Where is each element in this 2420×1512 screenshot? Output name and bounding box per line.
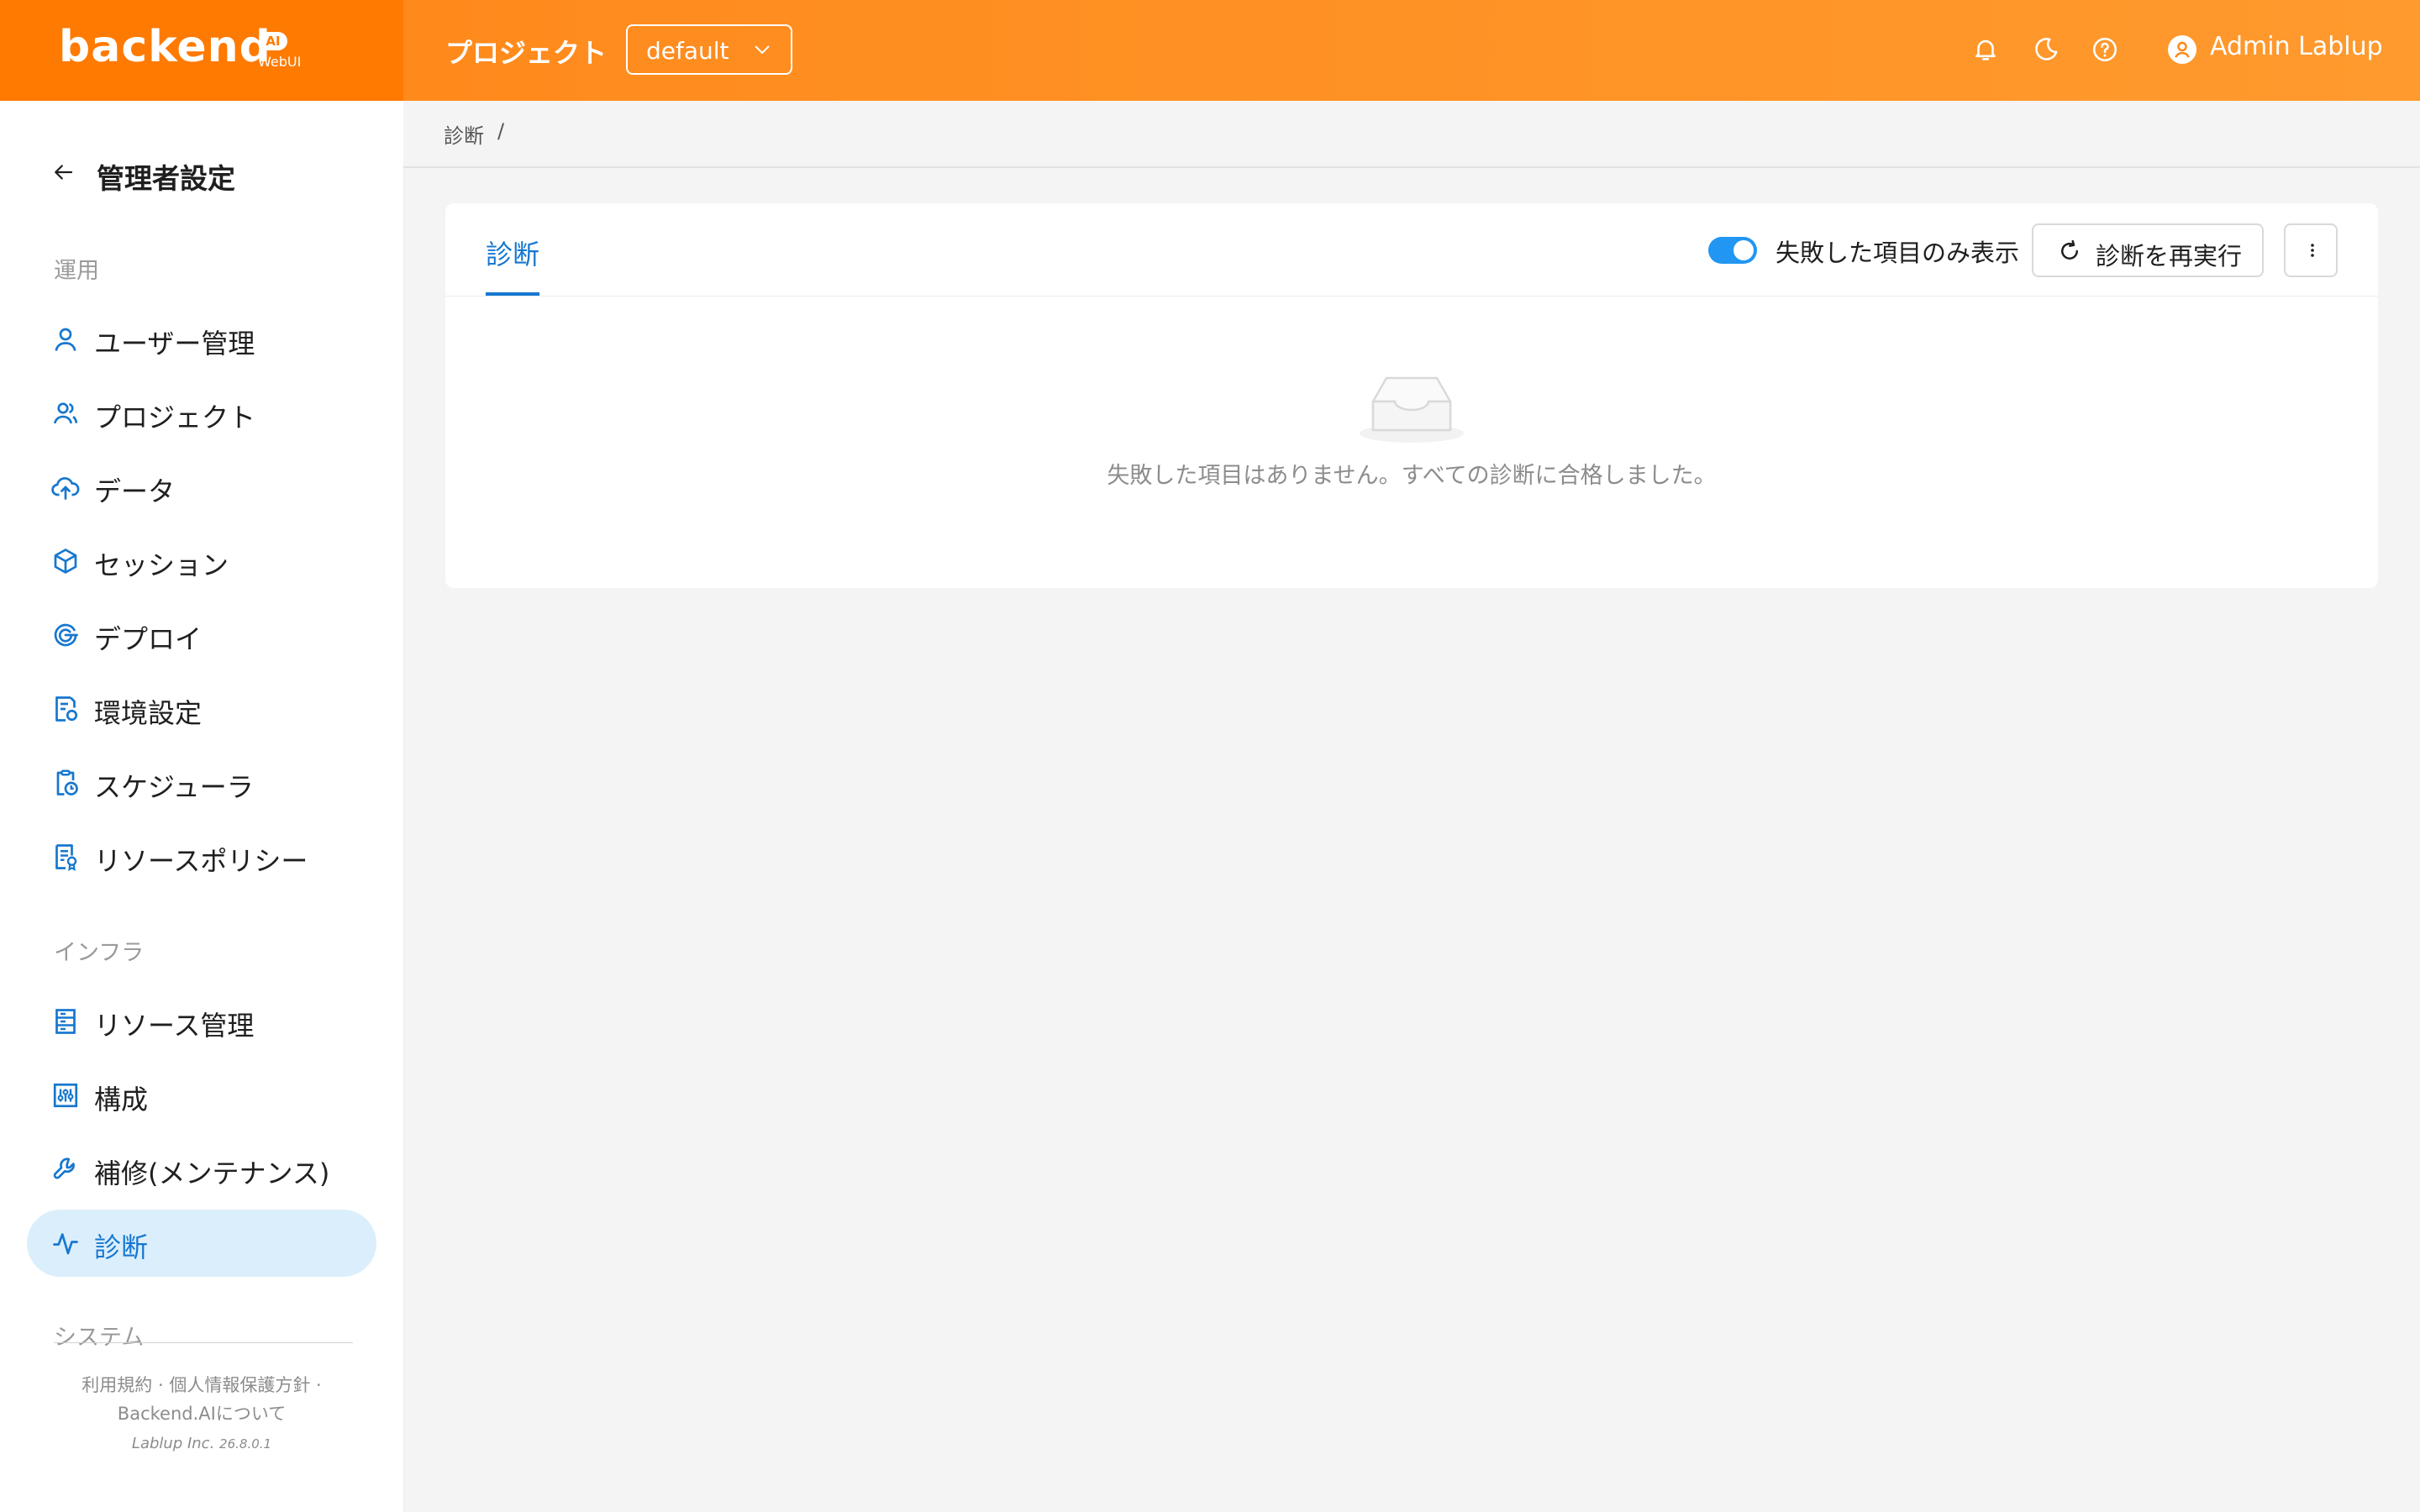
project-select[interactable]: default <box>626 24 792 75</box>
sidebar-item-label: リソース管理 <box>94 1010 255 1042</box>
back-arrow-icon[interactable] <box>50 160 76 185</box>
sidebar-item-label: スケジューラ <box>94 771 254 803</box>
sidebar-item-configurations[interactable]: 構成 <box>27 1062 376 1129</box>
version-label: 26.8.0.1 <box>219 1436 272 1452</box>
server-icon <box>55 1009 76 1034</box>
wrench-icon <box>53 1158 75 1179</box>
sidebar-item-data[interactable]: データ <box>27 454 376 521</box>
user-avatar[interactable] <box>2168 35 2196 64</box>
sidebar-item-label: ユーザー管理 <box>94 328 255 360</box>
cube-icon <box>54 549 77 574</box>
sidebar-item-diagnostics[interactable]: 診断 <box>27 1210 376 1277</box>
footer-links-line2[interactable]: Backend.AIについて <box>0 1399 403 1428</box>
diagnostics-card: 診断 失敗した項目のみ表示 診断を再実行 失敗した項目はありません。すべての診断 <box>445 203 2378 588</box>
footer-company: Lablup Inc. 26.8.0.1 <box>0 1435 403 1452</box>
group-label-system: システム <box>54 1325 145 1351</box>
moon-icon[interactable] <box>2032 35 2060 64</box>
sidebar-item-label: リソースポリシー <box>94 845 308 877</box>
sidebar-item-label: デプロイ <box>94 623 203 655</box>
sidebar-item-label: 環境設定 <box>94 697 203 729</box>
breadcrumb: 診断 / <box>403 101 2420 168</box>
bell-icon[interactable] <box>1971 35 2000 64</box>
help-icon[interactable] <box>2091 35 2119 64</box>
sidebar-item-environments[interactable]: 環境設定 <box>27 675 376 743</box>
more-options-button[interactable] <box>2284 223 2338 277</box>
tab-diagnostics[interactable]: 診断 <box>486 234 539 272</box>
reload-icon <box>2061 239 2078 260</box>
sidebar-item-label: データ <box>94 475 176 507</box>
toggle-knob <box>1733 240 1754 260</box>
document-badge-icon <box>55 844 77 872</box>
sidebar-item-users[interactable]: ユーザー管理 <box>27 306 376 373</box>
logo[interactable]: backend AI WebUI <box>0 0 403 101</box>
user-icon <box>55 328 76 351</box>
footer-links: 利用規約 · 個人情報保護方針 · Backend.AIについて <box>0 1371 403 1428</box>
sliders-icon <box>53 1083 78 1108</box>
sidebar-item-label: 補修(メンテナンス) <box>94 1158 330 1189</box>
user-avatar-icon <box>2175 41 2190 58</box>
chevron-down-icon <box>755 45 770 55</box>
breadcrumb-item[interactable]: 診断 <box>444 119 484 149</box>
team-icon <box>53 402 78 424</box>
project-select-value: default <box>646 37 729 65</box>
group-label-operations: 運用 <box>54 258 99 284</box>
sidebar-item-deploy[interactable]: デプロイ <box>27 601 376 669</box>
sidebar-divider <box>54 1342 353 1343</box>
sidebar-item-label: 診断 <box>94 1231 149 1263</box>
user-name[interactable]: Admin Lablup <box>2210 32 2383 61</box>
sidebar-item-projects[interactable]: プロジェクト <box>27 380 376 447</box>
rerun-diagnostics-button[interactable]: 診断を再実行 <box>2032 223 2264 277</box>
failed-only-toggle[interactable] <box>1708 237 1757 264</box>
clipboard-clock-icon <box>56 769 78 795</box>
footer-links-line1[interactable]: 利用規約 · 個人情報保護方針 · <box>0 1371 403 1399</box>
file-settings-icon <box>55 696 78 722</box>
more-vertical-icon <box>2311 244 2314 257</box>
sidebar-item-resources[interactable]: リソース管理 <box>27 988 376 1055</box>
group-label-infra: インフラ <box>54 940 145 966</box>
sidebar-item-resource-policy[interactable]: リソースポリシー <box>27 823 376 890</box>
cloud-upload-icon <box>51 477 80 500</box>
company-name: Lablup Inc. <box>131 1435 215 1452</box>
sidebar-item-label: セッション <box>94 549 229 581</box>
tab-active-indicator <box>486 292 539 296</box>
sidebar-item-label: プロジェクト <box>94 402 256 433</box>
deploy-icon <box>54 623 78 647</box>
card-header: 診断 失敗した項目のみ表示 診断を再実行 <box>445 203 2378 297</box>
sidebar-item-scheduler[interactable]: スケジューラ <box>27 749 376 816</box>
sidebar-item-sessions[interactable]: セッション <box>27 528 376 595</box>
logo-text: backend <box>59 22 271 72</box>
pulse-icon <box>53 1233 78 1255</box>
logo-ai-badge: AI <box>259 32 287 50</box>
empty-inbox-icon <box>1360 376 1464 443</box>
top-header: backend AI WebUI プロジェクト default Admin La… <box>0 0 2420 101</box>
breadcrumb-separator: / <box>497 119 505 143</box>
failed-only-label: 失敗した項目のみ表示 <box>1776 239 2020 267</box>
sidebar-item-maintenance[interactable]: 補修(メンテナンス) <box>27 1136 376 1203</box>
empty-message: 失敗した項目はありません。すべての診断に合格しました。 <box>1107 463 1717 489</box>
logo-webui-label: WebUI <box>258 54 302 70</box>
sidebar-title: 管理者設定 <box>97 162 235 195</box>
rerun-button-label: 診断を再実行 <box>2096 242 2243 270</box>
sidebar-item-label: 構成 <box>94 1084 149 1116</box>
project-label: プロジェクト <box>445 37 608 69</box>
